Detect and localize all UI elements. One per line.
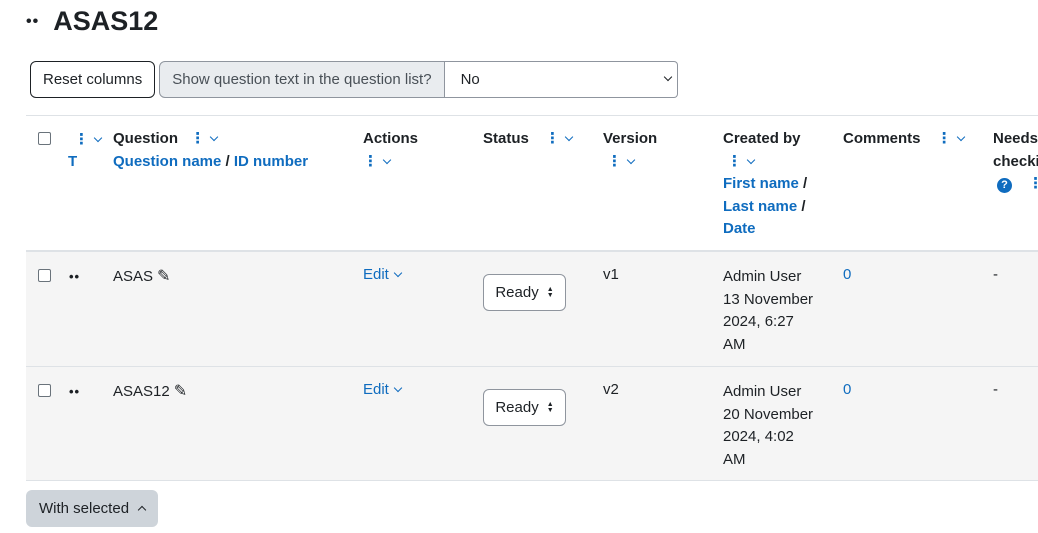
chevron-down-icon[interactable] [564, 132, 574, 142]
sort-by-last-name-link[interactable]: Last name [723, 198, 797, 215]
created-by-column-header: Created by ⋮ First name / Last name / Da… [723, 128, 807, 241]
reset-columns-button[interactable]: Reset columns [30, 61, 156, 98]
column-menu-icon[interactable]: ⋮ [607, 153, 622, 170]
show-question-text-select[interactable]: No [444, 61, 678, 98]
chevron-down-icon [393, 268, 403, 278]
table-header-row: ⋮ T Question ⋮ Question name / ID number… [26, 115, 1038, 252]
table-row: •• ASAS ✎ Edit Ready ▲ ▼ v1 Admin User 13 … [26, 252, 1038, 367]
question-name: ASAS [113, 268, 154, 285]
edit-menu[interactable]: Edit [363, 381, 403, 398]
status-select[interactable]: Ready ▲ ▼ [483, 389, 566, 426]
header-separator: / [225, 152, 230, 170]
chevron-down-icon[interactable] [382, 155, 392, 164]
sort-by-question-name-link[interactable]: Question name [113, 153, 221, 170]
chevron-down-icon [663, 72, 672, 81]
question-name-cell: ASAS ✎ [113, 266, 170, 286]
help-icon[interactable]: ? [997, 177, 1012, 193]
page-header: •• ASAS12 [26, 6, 158, 37]
created-date-line: AM [723, 335, 746, 353]
row-select-checkbox[interactable] [38, 384, 51, 397]
sort-by-id-number-link[interactable]: ID number [234, 153, 308, 170]
row-select-checkbox[interactable] [38, 269, 51, 282]
column-menu-icon[interactable]: ⋮ [363, 153, 378, 170]
version-value: v2 [603, 381, 619, 398]
question-header-label: Question [113, 130, 179, 147]
header-separator: / [803, 175, 808, 192]
sort-updown-icon: ▲ ▼ [546, 400, 554, 414]
with-selected-label: With selected [39, 500, 130, 517]
version-header-label: Version [603, 130, 658, 147]
created-by-header-label: Created by [723, 130, 801, 147]
created-date-line: 20 November [723, 405, 814, 423]
question-type-icon: •• [69, 269, 81, 284]
created-date-line: 13 November [723, 290, 814, 308]
needs-checking-header-label: Needs checki [993, 130, 1038, 170]
edit-menu-label: Edit [363, 381, 389, 398]
actions-header-label: Actions [363, 130, 419, 147]
sort-by-first-name-link[interactable]: First name [723, 175, 799, 192]
chevron-down-icon[interactable] [626, 155, 636, 164]
with-selected-button[interactable]: With selected [26, 490, 159, 527]
edit-menu[interactable]: Edit [363, 266, 403, 283]
chevron-down-icon[interactable] [93, 133, 103, 143]
question-bank-table: ⋮ T Question ⋮ Question name / ID number… [26, 115, 1038, 481]
show-question-text-label: Show question text in the question list? [159, 61, 445, 98]
column-menu-icon[interactable]: ⋮ [190, 130, 205, 147]
edit-menu-label: Edit [363, 266, 389, 283]
column-menu-icon[interactable]: ⋮ [545, 130, 560, 147]
comments-link[interactable]: 0 [843, 381, 851, 398]
chevron-down-icon [393, 383, 403, 393]
column-menu-icon[interactable]: ⋮ [1028, 175, 1038, 192]
sort-updown-icon: ▲ ▼ [546, 285, 554, 299]
created-date-line: AM [723, 450, 746, 468]
sort-by-type-link[interactable]: T [68, 153, 77, 170]
edit-pencil-icon[interactable]: ✎ [174, 381, 187, 401]
status-value: Ready [495, 284, 539, 301]
comments-link[interactable]: 0 [843, 266, 851, 283]
column-menu-icon[interactable]: ⋮ [937, 130, 952, 147]
table-controls: Reset columns Show question text in the … [30, 61, 678, 98]
show-question-text-group: Show question text in the question list?… [159, 61, 678, 98]
comments-column-header: Comments ⋮ [843, 128, 965, 151]
question-type-icon: •• [69, 384, 81, 399]
column-menu-icon[interactable]: ⋮ [74, 131, 89, 148]
status-header-label: Status [483, 130, 529, 147]
actions-column-header: Actions ⋮ [363, 128, 418, 173]
select-all-checkbox[interactable] [38, 132, 51, 145]
question-name: ASAS12 [113, 383, 170, 400]
show-question-text-value: No [460, 71, 480, 88]
version-value: v1 [603, 266, 619, 283]
question-name-cell: ASAS12 ✎ [113, 381, 187, 401]
created-date-line: 2024, 4:02 [723, 428, 794, 446]
created-by-user: Admin User [723, 268, 802, 285]
created-by-cell: Admin User 13 November 2024, 6:27 AM [723, 266, 813, 356]
edit-pencil-icon[interactable]: ✎ [157, 266, 170, 286]
comments-header-label: Comments [843, 130, 921, 147]
needs-checking-value: - [993, 381, 998, 398]
needs-checking-column-header: Needs checki ? ⋮ [993, 128, 1038, 196]
chevron-down-icon[interactable] [209, 132, 219, 142]
version-column-header: Version ⋮ [603, 128, 657, 173]
chevron-down-icon[interactable] [956, 132, 965, 142]
created-by-user: Admin User [723, 383, 802, 400]
chevron-up-icon [137, 505, 147, 514]
created-by-cell: Admin User 20 November 2024, 4:02 AM [723, 381, 813, 471]
table-row: •• ASAS12 ✎ Edit Ready ▲ ▼ v2 Admin User 2… [26, 367, 1038, 481]
column-menu-icon[interactable]: ⋮ [727, 153, 742, 170]
question-column-header: Question ⋮ Question name / ID number [113, 128, 308, 173]
chevron-down-icon[interactable] [746, 155, 756, 164]
header-separator: / [801, 197, 806, 215]
status-select[interactable]: Ready ▲ ▼ [483, 274, 566, 311]
type-column-header: ⋮ [74, 130, 103, 148]
sort-by-date-link[interactable]: Date [723, 220, 756, 237]
needs-checking-value: - [993, 266, 998, 283]
status-column-header: Status ⋮ [483, 128, 574, 151]
status-value: Ready [495, 399, 539, 416]
created-date-line: 2024, 6:27 [723, 313, 794, 331]
page-title: ASAS12 [53, 6, 159, 36]
question-type-icon: •• [26, 12, 40, 30]
